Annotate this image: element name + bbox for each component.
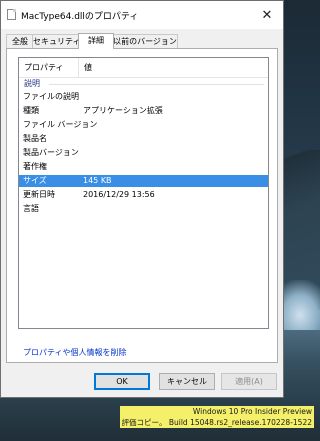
title-bar[interactable]: MacType64.dllのプロパティ ✕	[1, 1, 283, 29]
row-value: アプリケーション拡張	[83, 106, 163, 115]
row-key: 著作権	[23, 162, 47, 171]
insider-preview-watermark: Windows 10 Pro Insider Preview 評価コピー。 Bu…	[119, 406, 314, 428]
list-row-file-version[interactable]: ファイル バージョン	[19, 119, 268, 131]
row-value: 145 KB	[83, 176, 112, 185]
close-icon: ✕	[261, 7, 273, 23]
list-row-modified-date[interactable]: 更新日時 2016/12/29 13:56	[19, 189, 268, 201]
group-header-description: 説明	[19, 78, 268, 89]
row-key: ファイル バージョン	[23, 120, 98, 129]
file-icon	[7, 9, 16, 20]
row-key: 製品名	[23, 134, 47, 143]
column-header-value[interactable]: 値	[79, 58, 254, 77]
window-title: MacType64.dllのプロパティ	[21, 12, 139, 22]
row-key: 更新日時	[23, 190, 55, 199]
list-row-product-version[interactable]: 製品バージョン	[19, 147, 268, 159]
list-header: プロパティ 値	[19, 58, 268, 78]
cancel-button[interactable]: キャンセル	[159, 373, 215, 390]
list-row-file-description[interactable]: ファイルの説明	[19, 91, 268, 103]
watermark-line-2: 評価コピー。 Build 15048.rs2_release.170228-15…	[119, 417, 314, 428]
group-divider	[49, 84, 264, 85]
list-row-product-name[interactable]: 製品名	[19, 133, 268, 145]
list-row-type[interactable]: 種類 アプリケーション拡張	[19, 105, 268, 117]
row-key: ファイルの説明	[23, 92, 79, 101]
properties-dialog: MacType64.dllのプロパティ ✕ 全般 セキュリティ 詳細 以前のバー…	[0, 0, 284, 398]
details-panel: プロパティ 値 説明 ファイルの説明 種類 アプリケーション拡張 ファイル バー…	[6, 48, 278, 363]
ok-button[interactable]: OK	[94, 373, 150, 390]
remove-properties-link[interactable]: プロパティや個人情報を削除	[23, 347, 127, 358]
list-row-copyright[interactable]: 著作権	[19, 161, 268, 173]
column-header-property[interactable]: プロパティ	[19, 58, 79, 77]
details-list[interactable]: プロパティ 値 説明 ファイルの説明 種類 アプリケーション拡張 ファイル バー…	[18, 57, 269, 329]
tab-general[interactable]: 全般	[6, 34, 34, 48]
list-row-size[interactable]: サイズ 145 KB	[19, 175, 268, 187]
row-key: 製品バージョン	[23, 148, 79, 157]
tab-security[interactable]: セキュリティ	[32, 34, 81, 48]
list-row-language[interactable]: 言語	[19, 203, 268, 215]
row-key: サイズ	[23, 176, 47, 185]
tab-details[interactable]: 詳細	[78, 33, 114, 49]
row-value: 2016/12/29 13:56	[83, 190, 155, 199]
group-label: 説明	[24, 79, 40, 88]
watermark-line-1: Windows 10 Pro Insider Preview	[119, 406, 314, 417]
tab-previous-versions[interactable]: 以前のバージョン	[112, 34, 178, 48]
apply-button[interactable]: 適用(A)	[221, 373, 277, 390]
row-key: 種類	[23, 106, 39, 115]
row-key: 言語	[23, 204, 39, 213]
close-button[interactable]: ✕	[251, 1, 283, 29]
